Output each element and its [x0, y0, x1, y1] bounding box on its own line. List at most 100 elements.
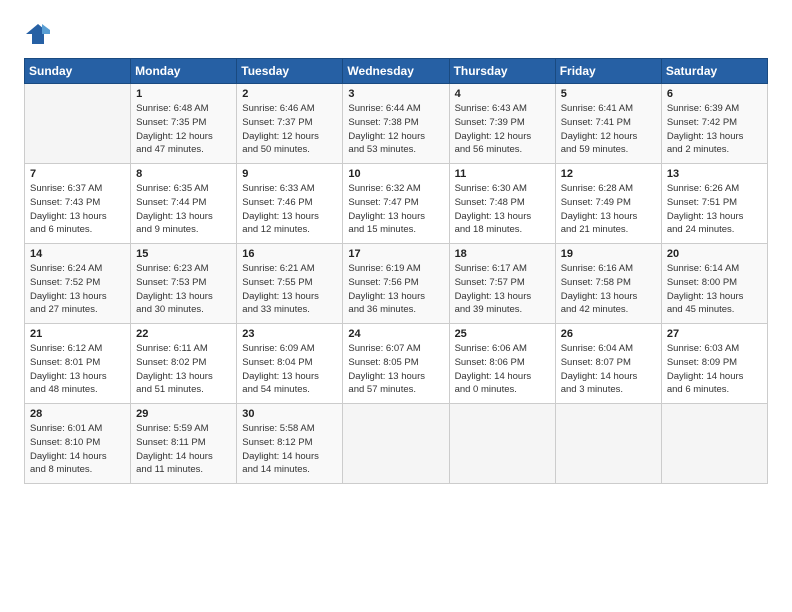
day-info: Sunrise: 6:03 AM Sunset: 8:09 PM Dayligh…	[667, 342, 762, 397]
day-cell: 14 Sunrise: 6:24 AM Sunset: 7:52 PM Dayli…	[25, 244, 131, 324]
day-cell	[343, 404, 449, 484]
day-number: 16	[242, 248, 337, 260]
day-cell: 10Sunrise: 6:32 AM Sunset: 7:47 PM Dayli…	[343, 164, 449, 244]
day-cell: 8 Sunrise: 6:35 AM Sunset: 7:44 PM Daylig…	[131, 164, 237, 244]
day-number: 20	[667, 248, 762, 260]
day-cell: 2Sunrise: 6:46 AM Sunset: 7:37 PM Daylig…	[237, 84, 343, 164]
day-cell: 4 Sunrise: 6:43 AM Sunset: 7:39 PM Daylig…	[449, 84, 555, 164]
day-number: 26	[561, 328, 656, 340]
day-cell: 1 Sunrise: 6:48 AM Sunset: 7:35 PM Daylig…	[131, 84, 237, 164]
day-number: 29	[136, 408, 231, 420]
day-info: Sunrise: 6:26 AM Sunset: 7:51 PM Dayligh…	[667, 182, 762, 237]
day-info: Sunrise: 6:43 AM Sunset: 7:39 PM Dayligh…	[455, 102, 550, 157]
day-number: 17	[348, 248, 443, 260]
day-info: Sunrise: 6:12 AM Sunset: 8:01 PM Dayligh…	[30, 342, 125, 397]
day-info: Sunrise: 6:11 AM Sunset: 8:02 PM Dayligh…	[136, 342, 231, 397]
header	[24, 20, 768, 48]
day-info: Sunrise: 6:04 AM Sunset: 8:07 PM Dayligh…	[561, 342, 656, 397]
day-cell: 15 Sunrise: 6:23 AM Sunset: 7:53 PM Dayli…	[131, 244, 237, 324]
day-number: 9	[242, 168, 337, 180]
day-number: 5	[561, 88, 656, 100]
day-info: Sunrise: 5:58 AM Sunset: 8:12 PM Dayligh…	[242, 422, 337, 477]
day-cell: 24 Sunrise: 6:07 AM Sunset: 8:05 PM Dayli…	[343, 324, 449, 404]
logo-icon	[24, 20, 52, 48]
header-cell-sunday: Sunday	[25, 59, 131, 84]
day-number: 28	[30, 408, 125, 420]
day-cell	[449, 404, 555, 484]
day-cell: 17 Sunrise: 6:19 AM Sunset: 7:56 PM Dayli…	[343, 244, 449, 324]
header-cell-thursday: Thursday	[449, 59, 555, 84]
calendar-header: SundayMondayTuesdayWednesdayThursdayFrid…	[25, 59, 768, 84]
day-number: 12	[561, 168, 656, 180]
day-number: 21	[30, 328, 125, 340]
header-cell-tuesday: Tuesday	[237, 59, 343, 84]
week-row-3: 14 Sunrise: 6:24 AM Sunset: 7:52 PM Dayli…	[25, 244, 768, 324]
day-info: Sunrise: 5:59 AM Sunset: 8:11 PM Dayligh…	[136, 422, 231, 477]
day-number: 13	[667, 168, 762, 180]
day-info: Sunrise: 6:24 AM Sunset: 7:52 PM Dayligh…	[30, 262, 125, 317]
day-info: Sunrise: 6:30 AM Sunset: 7:48 PM Dayligh…	[455, 182, 550, 237]
day-cell: 29 Sunrise: 5:59 AM Sunset: 8:11 PM Dayli…	[131, 404, 237, 484]
day-cell	[555, 404, 661, 484]
day-cell: 13 Sunrise: 6:26 AM Sunset: 7:51 PM Dayli…	[661, 164, 767, 244]
day-info: Sunrise: 6:48 AM Sunset: 7:35 PM Dayligh…	[136, 102, 231, 157]
day-cell	[661, 404, 767, 484]
day-cell: 7 Sunrise: 6:37 AM Sunset: 7:43 PM Daylig…	[25, 164, 131, 244]
day-cell: 25Sunrise: 6:06 AM Sunset: 8:06 PM Dayli…	[449, 324, 555, 404]
day-number: 27	[667, 328, 762, 340]
day-number: 3	[348, 88, 443, 100]
day-info: Sunrise: 6:17 AM Sunset: 7:57 PM Dayligh…	[455, 262, 550, 317]
day-info: Sunrise: 6:09 AM Sunset: 8:04 PM Dayligh…	[242, 342, 337, 397]
header-row: SundayMondayTuesdayWednesdayThursdayFrid…	[25, 59, 768, 84]
day-number: 1	[136, 88, 231, 100]
calendar-table: SundayMondayTuesdayWednesdayThursdayFrid…	[24, 58, 768, 484]
day-info: Sunrise: 6:23 AM Sunset: 7:53 PM Dayligh…	[136, 262, 231, 317]
day-number: 15	[136, 248, 231, 260]
day-info: Sunrise: 6:28 AM Sunset: 7:49 PM Dayligh…	[561, 182, 656, 237]
day-cell: 19 Sunrise: 6:16 AM Sunset: 7:58 PM Dayli…	[555, 244, 661, 324]
day-number: 11	[455, 168, 550, 180]
week-row-4: 21 Sunrise: 6:12 AM Sunset: 8:01 PM Dayli…	[25, 324, 768, 404]
day-number: 4	[455, 88, 550, 100]
day-cell: 26 Sunrise: 6:04 AM Sunset: 8:07 PM Dayli…	[555, 324, 661, 404]
day-cell	[25, 84, 131, 164]
day-cell: 5Sunrise: 6:41 AM Sunset: 7:41 PM Daylig…	[555, 84, 661, 164]
header-cell-monday: Monday	[131, 59, 237, 84]
day-number: 6	[667, 88, 762, 100]
day-cell: 9Sunrise: 6:33 AM Sunset: 7:46 PM Daylig…	[237, 164, 343, 244]
day-number: 19	[561, 248, 656, 260]
day-cell: 28 Sunrise: 6:01 AM Sunset: 8:10 PM Dayli…	[25, 404, 131, 484]
day-number: 8	[136, 168, 231, 180]
day-number: 7	[30, 168, 125, 180]
day-info: Sunrise: 6:39 AM Sunset: 7:42 PM Dayligh…	[667, 102, 762, 157]
day-number: 24	[348, 328, 443, 340]
day-info: Sunrise: 6:46 AM Sunset: 7:37 PM Dayligh…	[242, 102, 337, 157]
day-info: Sunrise: 6:01 AM Sunset: 8:10 PM Dayligh…	[30, 422, 125, 477]
day-number: 30	[242, 408, 337, 420]
day-cell: 23 Sunrise: 6:09 AM Sunset: 8:04 PM Dayli…	[237, 324, 343, 404]
day-info: Sunrise: 6:07 AM Sunset: 8:05 PM Dayligh…	[348, 342, 443, 397]
day-info: Sunrise: 6:06 AM Sunset: 8:06 PM Dayligh…	[455, 342, 550, 397]
day-cell: 3Sunrise: 6:44 AM Sunset: 7:38 PM Daylig…	[343, 84, 449, 164]
page: SundayMondayTuesdayWednesdayThursdayFrid…	[0, 0, 792, 612]
day-info: Sunrise: 6:16 AM Sunset: 7:58 PM Dayligh…	[561, 262, 656, 317]
day-cell: 30 Sunrise: 5:58 AM Sunset: 8:12 PM Dayli…	[237, 404, 343, 484]
day-number: 23	[242, 328, 337, 340]
day-cell: 12 Sunrise: 6:28 AM Sunset: 7:49 PM Dayli…	[555, 164, 661, 244]
week-row-1: 1 Sunrise: 6:48 AM Sunset: 7:35 PM Daylig…	[25, 84, 768, 164]
calendar-body: 1 Sunrise: 6:48 AM Sunset: 7:35 PM Daylig…	[25, 84, 768, 484]
day-cell: 22Sunrise: 6:11 AM Sunset: 8:02 PM Dayli…	[131, 324, 237, 404]
day-number: 10	[348, 168, 443, 180]
day-cell: 20Sunrise: 6:14 AM Sunset: 8:00 PM Dayli…	[661, 244, 767, 324]
day-number: 14	[30, 248, 125, 260]
day-cell: 6 Sunrise: 6:39 AM Sunset: 7:42 PM Daylig…	[661, 84, 767, 164]
day-info: Sunrise: 6:35 AM Sunset: 7:44 PM Dayligh…	[136, 182, 231, 237]
logo	[24, 20, 56, 48]
week-row-5: 28 Sunrise: 6:01 AM Sunset: 8:10 PM Dayli…	[25, 404, 768, 484]
day-info: Sunrise: 6:37 AM Sunset: 7:43 PM Dayligh…	[30, 182, 125, 237]
header-cell-saturday: Saturday	[661, 59, 767, 84]
day-cell: 21 Sunrise: 6:12 AM Sunset: 8:01 PM Dayli…	[25, 324, 131, 404]
day-info: Sunrise: 6:21 AM Sunset: 7:55 PM Dayligh…	[242, 262, 337, 317]
day-info: Sunrise: 6:19 AM Sunset: 7:56 PM Dayligh…	[348, 262, 443, 317]
header-cell-wednesday: Wednesday	[343, 59, 449, 84]
